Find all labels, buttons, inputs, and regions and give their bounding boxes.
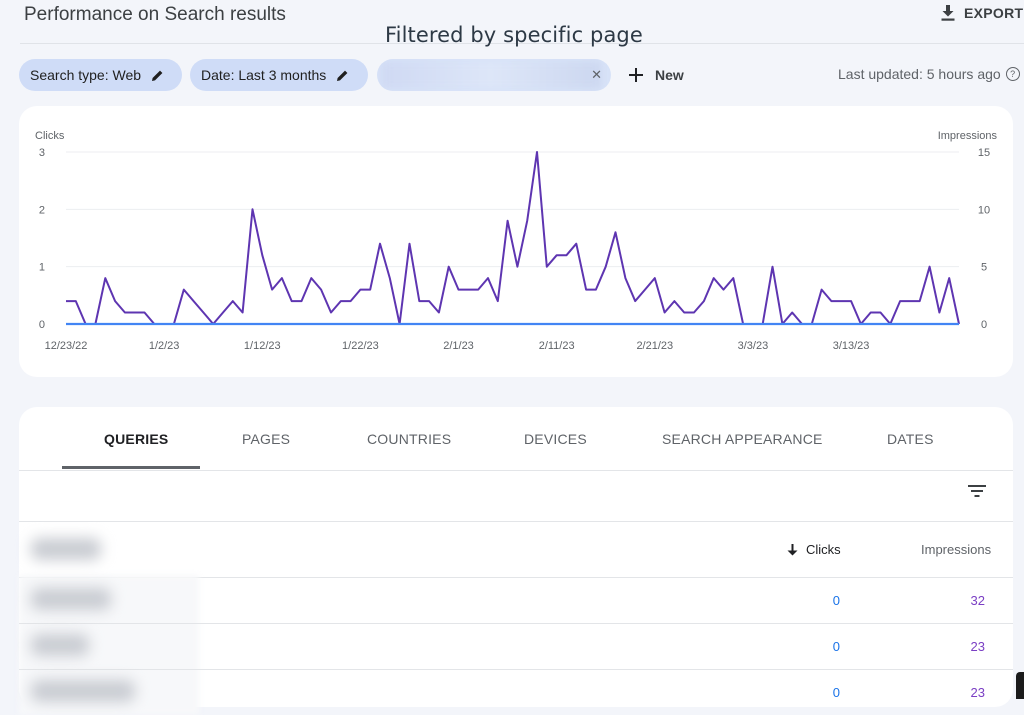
row-divider bbox=[19, 623, 1013, 624]
performance-chart: 0 1 2 3 0 5 10 15 Clicks Impressions 12/23/22 1/2/2… bbox=[35, 130, 998, 352]
edit-icon bbox=[337, 70, 348, 81]
left-axis-label: Clicks bbox=[35, 130, 65, 142]
annotation-text: Filtered by specific page bbox=[385, 23, 643, 47]
left-tick-label: 2 bbox=[39, 204, 45, 216]
new-filter-button[interactable]: New bbox=[629, 63, 684, 87]
redacted-query bbox=[31, 634, 89, 656]
arrow-down-icon bbox=[787, 543, 798, 555]
left-tick-label: 3 bbox=[39, 147, 45, 159]
row-clicks: 0 bbox=[832, 593, 840, 608]
right-tick-label: 15 bbox=[978, 147, 990, 159]
right-tick-label: 5 bbox=[981, 262, 987, 274]
right-axis-label: Impressions bbox=[938, 130, 998, 142]
left-tick-label: 1 bbox=[39, 262, 45, 274]
toolbar-divider bbox=[19, 521, 1013, 522]
x-tick-label: 2/1/23 bbox=[443, 340, 474, 352]
row-impressions: 23 bbox=[970, 685, 985, 700]
performance-chart-card: 0 1 2 3 0 5 10 15 Clicks Impressions 12/23/22 1/2/2… bbox=[19, 106, 1013, 377]
edit-icon bbox=[152, 70, 163, 81]
row-clicks: 0 bbox=[832, 685, 840, 700]
impressions-column-header[interactable]: Impressions bbox=[921, 542, 991, 557]
x-tick-label: 12/23/22 bbox=[45, 340, 88, 352]
close-icon[interactable]: ✕ bbox=[591, 67, 602, 83]
row-clicks: 0 bbox=[832, 639, 840, 654]
search-type-chip[interactable]: Search type: Web bbox=[19, 59, 182, 91]
x-tick-label: 2/11/23 bbox=[539, 340, 575, 352]
x-tick-label: 1/2/23 bbox=[149, 340, 180, 352]
new-filter-label: New bbox=[655, 67, 684, 83]
row-divider bbox=[19, 669, 1013, 670]
x-tick-label: 3/13/23 bbox=[833, 340, 870, 352]
row-impressions: 23 bbox=[970, 639, 985, 654]
clicks-column-header[interactable]: Clicks bbox=[787, 542, 841, 557]
x-tick-label: 2/21/23 bbox=[636, 340, 673, 352]
filter-list-icon[interactable] bbox=[968, 484, 986, 498]
tab-queries[interactable]: QUERIES bbox=[104, 431, 168, 447]
x-tick-label: 1/22/23 bbox=[342, 340, 379, 352]
page-title: Performance on Search results bbox=[24, 4, 286, 25]
clicks-header-label: Clicks bbox=[806, 542, 841, 557]
search-type-label: Search type: Web bbox=[30, 67, 142, 83]
x-tick-label: 3/3/23 bbox=[738, 340, 769, 352]
redacted-column-header bbox=[31, 538, 101, 560]
page-filter-chip[interactable]: ✕ bbox=[377, 59, 611, 91]
x-tick-label: 1/12/23 bbox=[244, 340, 281, 352]
active-tab-indicator bbox=[62, 466, 200, 469]
export-label: EXPORT bbox=[964, 5, 1024, 21]
tabs-divider bbox=[19, 470, 1013, 471]
row-impressions: 32 bbox=[970, 593, 985, 608]
right-tick-label: 10 bbox=[978, 204, 990, 216]
results-table-card: QUERIES PAGES COUNTRIES DEVICES SEARCH A… bbox=[19, 407, 1013, 715]
export-button[interactable]: EXPORT bbox=[941, 4, 1023, 22]
tab-countries[interactable]: COUNTRIES bbox=[367, 431, 451, 447]
last-updated-text: Last updated: 5 hours ago bbox=[838, 66, 1001, 82]
date-chip[interactable]: Date: Last 3 months bbox=[190, 59, 368, 91]
tab-search-appearance[interactable]: SEARCH APPEARANCE bbox=[662, 431, 823, 447]
plus-icon bbox=[629, 68, 643, 82]
redacted-query bbox=[31, 588, 111, 610]
last-updated: Last updated: 5 hours ago ? bbox=[838, 66, 1020, 82]
dimension-tabs: QUERIES PAGES COUNTRIES DEVICES SEARCH A… bbox=[19, 407, 1013, 470]
download-icon bbox=[941, 5, 955, 21]
tab-devices[interactable]: DEVICES bbox=[524, 431, 587, 447]
impressions-series-line bbox=[66, 151, 960, 325]
tab-pages[interactable]: PAGES bbox=[242, 431, 290, 447]
corner-mark bbox=[1016, 672, 1024, 699]
help-icon[interactable]: ? bbox=[1005, 67, 1020, 81]
date-label: Date: Last 3 months bbox=[201, 67, 327, 83]
left-tick-label: 0 bbox=[39, 319, 45, 331]
right-tick-label: 0 bbox=[981, 319, 987, 331]
tab-dates[interactable]: DATES bbox=[887, 431, 934, 447]
redacted-page-url bbox=[381, 61, 601, 89]
